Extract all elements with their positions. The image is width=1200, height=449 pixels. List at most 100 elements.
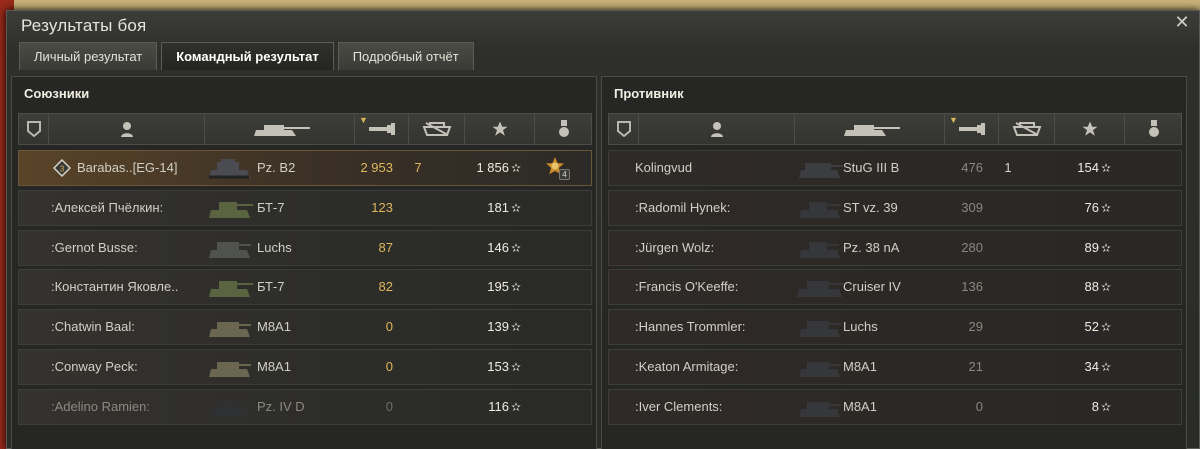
- table-row[interactable]: Kolingvud StuG III B 476 1 154 ✫: [608, 150, 1182, 186]
- tank-silhouette-icon: [205, 390, 259, 424]
- player-column-header[interactable]: [49, 114, 205, 144]
- tank-icon: [843, 125, 900, 136]
- xp-star-icon: ✫: [511, 161, 522, 175]
- allies-title: Союзники: [24, 86, 90, 101]
- damage-icon: [958, 123, 985, 135]
- kills-value: [993, 270, 1023, 304]
- tank-name: Pz. B2: [257, 160, 296, 175]
- enemies-rows: Kolingvud StuG III B 476 1 154 ✫ :Radomi…: [608, 150, 1182, 429]
- damage-value: 0: [385, 398, 393, 414]
- damage-value: 309: [961, 199, 983, 215]
- medal-column-header[interactable]: [1125, 114, 1182, 144]
- table-row[interactable]: :Алексей Пчёлкин: БТ-7 123 181 ✫: [18, 189, 592, 226]
- xp-star-icon: ✫: [511, 240, 522, 255]
- tank-silhouette-icon: [795, 310, 849, 344]
- table-row[interactable]: :Jürgen Wolz: Pz. 38 nA 280 89 ✫: [608, 229, 1182, 266]
- medal-column-header[interactable]: [535, 114, 592, 144]
- xp-value: 8: [1091, 398, 1099, 414]
- table-row[interactable]: :Chatwin Baal: M8A1 0 139 ✫: [18, 309, 592, 346]
- xp-star-icon: ✫: [511, 200, 522, 215]
- enemies-header-row: ▼: [608, 113, 1182, 145]
- player-name: :Radomil Hynek:: [635, 199, 731, 215]
- table-row[interactable]: :Константин Яковле.. БТ-7 82 195 ✫: [18, 269, 592, 306]
- tank-column-header[interactable]: [205, 114, 355, 144]
- kills-column-header[interactable]: [999, 114, 1055, 144]
- damage-value: 0: [975, 398, 983, 414]
- kills-value: [403, 350, 433, 384]
- xp-star-icon: ✫: [511, 359, 522, 374]
- kills-value: [993, 191, 1023, 225]
- xp-value: 34: [1084, 358, 1099, 374]
- tab-detailed-report[interactable]: Подробный отчёт: [337, 42, 474, 70]
- player-name: :Keaton Armitage:: [635, 358, 739, 374]
- battle-results-window: Результаты боя ✕ Личный результат Команд…: [6, 10, 1200, 449]
- kills-value: [993, 231, 1023, 265]
- xp-value: 89: [1084, 239, 1099, 255]
- tank-name: Pz. IV D: [257, 398, 305, 414]
- player-icon: [710, 122, 723, 137]
- close-icon[interactable]: ✕: [1173, 14, 1191, 32]
- player-name: :Chatwin Baal:: [51, 319, 135, 335]
- table-row[interactable]: 3 Barabas..[EG-14] Pz. B2 2 953 7 1 856 …: [18, 150, 592, 186]
- table-row[interactable]: :Hannes Trommler: Luchs 29 52 ✫: [608, 309, 1182, 346]
- table-row[interactable]: :Radomil Hynek: ST vz. 39 309 76 ✫: [608, 189, 1182, 226]
- player-name: :Conway Peck:: [51, 358, 138, 374]
- xp-column-header[interactable]: [1055, 114, 1125, 144]
- tab-bar: Личный результат Командный результат Под…: [19, 42, 474, 70]
- xp-star-icon: ✫: [1101, 320, 1112, 335]
- xp-value: 116: [488, 398, 509, 414]
- tank-name: M8A1: [843, 398, 877, 414]
- allies-rows: 3 Barabas..[EG-14] Pz. B2 2 953 7 1 856 …: [18, 150, 592, 429]
- tab-personal-result[interactable]: Личный результат: [19, 42, 158, 70]
- tank-silhouette-icon: [795, 390, 849, 424]
- tank-name: БТ-7: [257, 279, 285, 295]
- xp-star-icon: ✫: [1101, 399, 1112, 414]
- damage-value: 82: [378, 279, 393, 295]
- damage-column-header[interactable]: ▼: [355, 114, 409, 144]
- xp-value: 76: [1084, 199, 1099, 215]
- tab-team-result[interactable]: Командный результат: [161, 42, 334, 70]
- table-row[interactable]: :Adelino Ramien: Pz. IV D 0 116 ✫: [18, 388, 592, 425]
- tank-column-header[interactable]: [795, 114, 945, 144]
- kills-column-header[interactable]: [409, 114, 465, 144]
- damage-column-header[interactable]: ▼: [945, 114, 999, 144]
- damage-value: 136: [961, 279, 983, 295]
- table-row[interactable]: :Gernot Busse: Luchs 87 146 ✫: [18, 229, 592, 266]
- platoon-icon: [616, 121, 631, 137]
- player-name: :Jürgen Wolz:: [635, 239, 715, 255]
- xp-star-icon: ✫: [1101, 280, 1112, 295]
- medal-icon: [1148, 120, 1159, 137]
- xp-star-icon: ✫: [1101, 161, 1112, 175]
- damage-value: 2 953: [360, 160, 393, 175]
- table-row[interactable]: :Conway Peck: M8A1 0 153 ✫: [18, 348, 592, 385]
- xp-star-icon: [1082, 121, 1097, 136]
- tank-name: StuG III B: [843, 160, 900, 175]
- tank-name: M8A1: [257, 319, 291, 335]
- kills-value: [403, 270, 433, 304]
- xp-star-icon: ✫: [511, 280, 522, 295]
- tank-silhouette-icon: [205, 350, 259, 384]
- xp-value: 154: [1077, 160, 1099, 175]
- xp-star-icon: ✫: [511, 399, 522, 414]
- xp-column-header[interactable]: [465, 114, 535, 144]
- kills-icon: [1012, 122, 1041, 136]
- player-icon: [120, 122, 133, 137]
- tank-silhouette-icon: [795, 151, 849, 185]
- table-row[interactable]: :Francis O'Keeffe: Cruiser IV 136 88 ✫: [608, 269, 1182, 306]
- medal-icon: [558, 120, 569, 137]
- tank-name: БТ-7: [257, 199, 285, 215]
- player-column-header[interactable]: [639, 114, 795, 144]
- xp-value: 146: [487, 239, 509, 255]
- platoon-column-header[interactable]: [609, 114, 639, 144]
- damage-value: 476: [961, 160, 983, 175]
- player-name: :Iver Clements:: [635, 398, 723, 414]
- platoon-column-header[interactable]: [19, 114, 49, 144]
- table-row[interactable]: :Keaton Armitage: M8A1 21 34 ✫: [608, 348, 1182, 385]
- damage-value: 0: [385, 358, 393, 374]
- xp-value: 52: [1084, 319, 1099, 335]
- kills-value: [993, 390, 1023, 424]
- kills-value: 7: [414, 160, 422, 175]
- tank-name: Luchs: [257, 239, 292, 255]
- tank-silhouette-icon: [205, 151, 259, 185]
- table-row[interactable]: :Iver Clements: M8A1 0 8 ✫: [608, 388, 1182, 425]
